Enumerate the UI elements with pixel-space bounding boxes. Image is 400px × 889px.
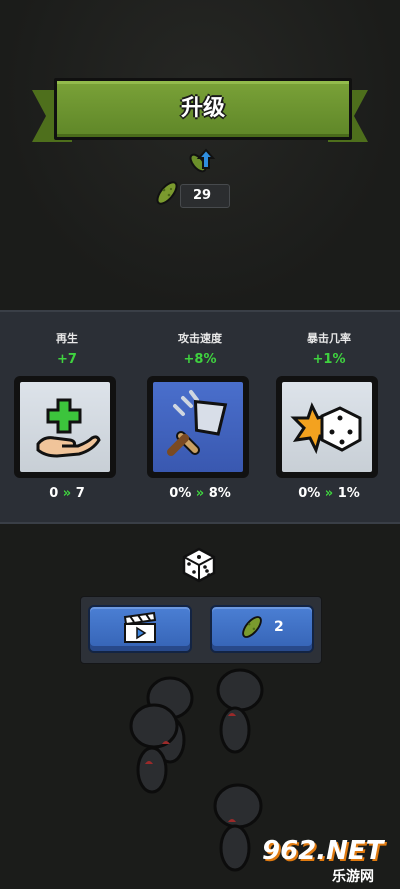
stat-change: 0% » 1% [274,486,384,501]
zombie-enemy [216,668,264,754]
reroll-buttons-tray: 2 [80,596,322,664]
card-face [153,382,243,472]
stat-to: 7 [75,486,85,501]
page-title: 升级 [180,96,225,121]
arrow-icon: » [324,486,334,501]
watermark-text: 962.NET [262,836,384,866]
stat-to: 1% [337,486,360,501]
upgrade-card[interactable] [14,376,116,478]
pickle-reroll-button[interactable]: 2 [210,605,314,653]
watermark-subtext: 乐游网 [332,869,374,885]
title-banner: 升级 [32,78,368,146]
upgrade-options-panel: 再生 +7 0 » 7 攻击速度 +8% 0% » 8% 暴击几率 +1% 0%… [0,310,400,524]
arrow-icon: » [62,486,72,501]
site-watermark-logo: 962.NET 乐游网 [262,836,396,886]
stat-change: 0% » 8% [145,486,255,501]
stat-delta: +7 [57,352,77,367]
card-face [20,382,110,472]
watch-video-reroll-button[interactable] [88,605,192,653]
stat-from: 0 [49,486,59,501]
heal-hand-icon [36,398,101,458]
crit-dice-icon [290,402,362,455]
stat-delta: +8% [183,352,217,367]
reroll-cost: 2 [274,619,284,635]
upgrade-card[interactable] [147,376,249,478]
upgrade-card[interactable] [276,376,378,478]
pickle-icon [156,181,178,205]
pickle-upgrade-icon [189,148,216,173]
video-ad-icon [123,611,157,643]
dice-icon [182,547,216,583]
fast-sword-icon [167,390,228,456]
stat-from: 0% [298,486,321,501]
pickle-icon [242,616,262,638]
card-face [282,382,372,472]
zombie-enemy [213,783,263,872]
stat-name: 再生 [56,332,78,345]
stat-change: 0 » 7 [12,486,122,501]
stat-name: 攻击速度 [178,332,222,345]
stat-delta: +1% [312,352,346,367]
stat-from: 0% [169,486,192,501]
stat-name: 暴击几率 [307,332,351,345]
currency-amount: 29 [180,184,230,208]
arrow-icon: » [195,486,205,501]
stat-to: 8% [208,486,231,501]
